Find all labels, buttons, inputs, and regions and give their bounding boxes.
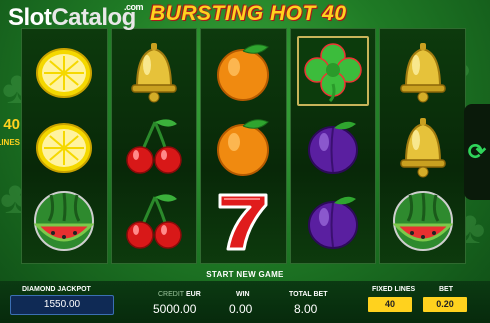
bet-label: BET — [439, 286, 453, 293]
jackpot-label: DIAMOND JACKPOT — [22, 286, 91, 293]
watermelon-icon — [387, 186, 459, 256]
lines-badge-value: 40 — [3, 116, 20, 133]
reel-1 — [21, 28, 108, 264]
lines-badge-label: LINES — [0, 138, 20, 147]
credit-label-text: CREDIT — [158, 291, 185, 298]
reel-3 — [200, 28, 287, 264]
plum-icon — [297, 186, 369, 256]
watermelon-icon — [28, 186, 100, 256]
total-bet-value: 8.00 — [294, 302, 318, 316]
reel-5 — [379, 28, 466, 264]
replay-button[interactable]: ⟳ — [464, 104, 490, 200]
watermark-com: .com — [124, 2, 144, 12]
lemon-icon — [28, 36, 100, 106]
seven-icon — [207, 186, 279, 256]
cherry-icon — [118, 111, 190, 181]
cherry-icon — [118, 186, 190, 256]
orange-icon — [207, 36, 279, 106]
reels-grid — [21, 28, 466, 264]
fixed-lines-label: FIXED LINES — [372, 286, 416, 293]
game-title: BURSTING HOT 40 — [150, 2, 347, 25]
status-message: START NEW GAME — [206, 270, 284, 279]
bell-icon — [387, 111, 459, 181]
lemon-icon — [28, 111, 100, 181]
reel-4 — [289, 28, 377, 264]
credit-value: 5000.00 — [153, 302, 197, 316]
total-bet-label: TOTAL BET — [289, 291, 328, 298]
refresh-icon: ⟳ — [467, 139, 487, 164]
fixed-lines-value[interactable]: 40 — [368, 297, 412, 312]
bell-icon — [387, 36, 459, 106]
bell-icon — [118, 36, 190, 106]
win-label: WIN — [236, 291, 250, 298]
bet-value[interactable]: 0.20 — [423, 297, 467, 312]
reel-2 — [110, 28, 198, 264]
clover-icon — [297, 35, 370, 106]
jackpot-value: 1550.00 — [10, 295, 114, 315]
win-value: 0.00 — [229, 302, 253, 316]
watermark-slot: Slot — [8, 4, 52, 31]
orange-icon — [207, 111, 279, 181]
lines-badge: 40 LINES — [0, 116, 20, 166]
plum-icon — [297, 111, 369, 181]
watermark-logo: SlotCatalog .com — [8, 2, 144, 32]
credit-label: CREDIT EUR — [158, 291, 201, 298]
credit-currency: EUR — [186, 291, 201, 298]
